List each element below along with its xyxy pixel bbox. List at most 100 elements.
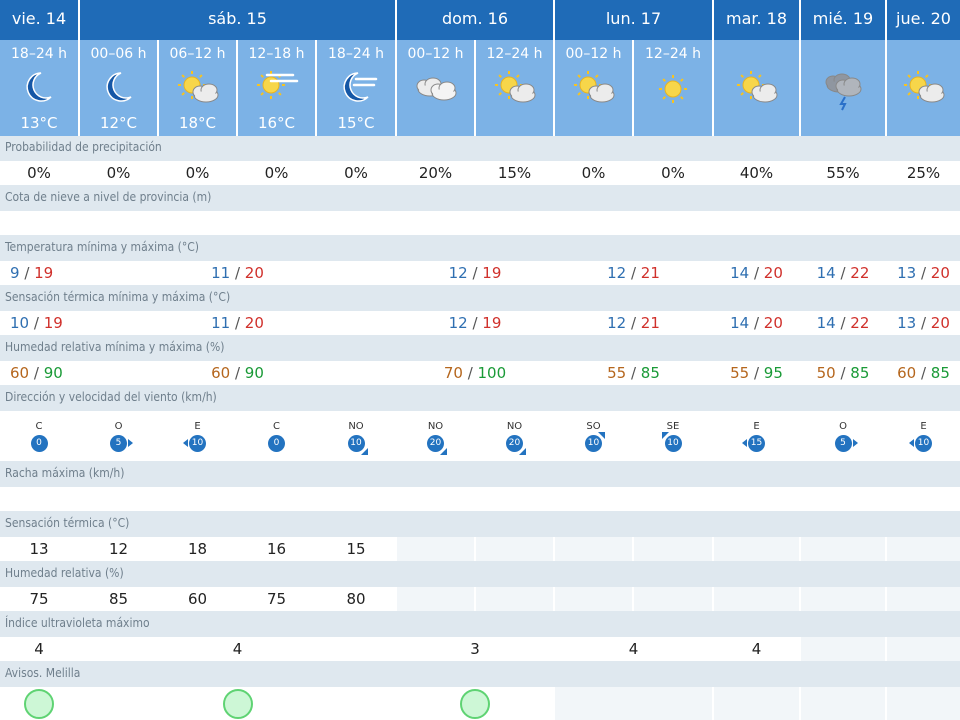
snow-value [80, 211, 157, 235]
sun-icon [634, 64, 712, 114]
snow-value [887, 211, 960, 235]
slot-time: 06–12 h [169, 46, 226, 62]
slot-temp: 16°C [257, 114, 296, 132]
wind-value: E 10 [887, 411, 960, 461]
hum_r-row: 75 85 60 75 80 [0, 587, 960, 611]
gust-cell [78, 487, 157, 511]
warning-green-icon[interactable] [24, 689, 54, 719]
slot-cell: 12–24 h [476, 40, 553, 136]
feels-cell: 10 / 19 [0, 311, 78, 335]
snow-value [159, 211, 236, 235]
hum-cell: 70 / 100 [395, 361, 553, 385]
row-label: Humedad relativa (%) [5, 566, 124, 580]
hum-pair: 60 / 90 [80, 361, 395, 385]
temp-pair: 12 / 19 [397, 261, 553, 285]
wind-cell: NO 20 [395, 411, 474, 461]
slot-cell [801, 40, 885, 136]
hum-cell: 50 / 85 [799, 361, 885, 385]
hum_r-value [887, 587, 960, 611]
wind-value: NO 20 [397, 411, 474, 461]
min-value: 60 [897, 364, 917, 382]
feels_t-cell [553, 537, 632, 561]
feels-pair: 14 / 22 [801, 311, 885, 335]
warn-cell [0, 687, 78, 720]
feels_t-cell [395, 537, 474, 561]
row-label: Humedad relativa mínima y máxima (%) [5, 340, 225, 354]
row-label: Sensación térmica (°C) [5, 516, 130, 530]
wind-cell: E 10 [157, 411, 236, 461]
feels_t-value [714, 537, 799, 561]
snow-value [476, 211, 553, 235]
max-value: 20 [244, 314, 264, 332]
row-label: Temperatura mínima y máxima (°C) [5, 240, 199, 254]
hum_r-cell [799, 587, 885, 611]
hum_r-value [634, 587, 712, 611]
feels-cell: 14 / 20 [712, 311, 799, 335]
wind-speed: 5 [115, 438, 122, 448]
wind-speed: 10 [917, 438, 930, 448]
precip-cell: 40% [712, 161, 799, 185]
hum-row: 60 / 90 60 / 90 70 / 100 55 / 85 55 / 95 50 /… [0, 361, 960, 385]
hum-cell: 60 / 85 [885, 361, 960, 385]
day-label[interactable]: lun. 17 [555, 0, 712, 40]
day-label[interactable]: mar. 18 [714, 0, 799, 40]
feels_t-cell: 15 [315, 537, 395, 561]
day-label[interactable]: vie. 14 [0, 0, 78, 40]
day-label[interactable]: mié. 19 [801, 0, 885, 40]
hum_r-value: 75 [0, 587, 78, 611]
hum-pair: 70 / 100 [397, 361, 553, 385]
feels_t-cell [474, 537, 553, 561]
gust-value [80, 487, 157, 511]
precip-cell: 0% [236, 161, 315, 185]
precip-value: 40% [714, 161, 799, 185]
feels_t-value [801, 537, 885, 561]
uv-value [887, 637, 960, 661]
wind-cell: O5 [78, 411, 157, 461]
warn-row [0, 687, 960, 720]
wind-cell: NO 10 [315, 411, 395, 461]
min-value: 55 [730, 364, 750, 382]
day-header-3: lun. 17 [553, 0, 712, 40]
precip-cell: 25% [885, 161, 960, 185]
warn-cell [885, 687, 960, 720]
hum_r-value: 85 [80, 587, 157, 611]
precip-value: 0% [238, 161, 315, 185]
gust-value [714, 487, 799, 511]
min-value: 11 [211, 314, 231, 332]
warning-green-icon[interactable] [222, 689, 253, 719]
warn-cell [799, 687, 885, 720]
precip-cell: 55% [799, 161, 885, 185]
snow-cell [395, 211, 474, 235]
warn-value [397, 687, 553, 720]
separator: / [626, 264, 641, 282]
wind-value: E 10 [159, 411, 236, 461]
label-gust: Racha máxima (km/h) [0, 462, 960, 487]
label-feels_t: Sensación térmica (°C) [0, 512, 960, 537]
day-header-row: vie. 14 sáb. 15 dom. 16 lun. 17 mar. 18 mié. … [0, 0, 960, 40]
warn-cell [553, 687, 712, 720]
wind-direction: NO [348, 420, 364, 432]
day-label[interactable]: sáb. 15 [80, 0, 395, 40]
separator: / [467, 314, 483, 332]
precip-value: 25% [887, 161, 960, 185]
day-header-2: dom. 16 [395, 0, 553, 40]
temp-cell: 14 / 22 [799, 261, 885, 285]
hum_r-cell: 75 [236, 587, 315, 611]
wind-speed: 20 [508, 438, 521, 448]
sun-cloud-icon [476, 64, 553, 114]
uv-value: 4 [555, 637, 712, 661]
day-label[interactable]: jue. 20 [887, 0, 960, 40]
uv-row: 4 4 3 4 4 [0, 637, 960, 661]
wind-speed-badge: 10 [661, 431, 682, 452]
gust-value [317, 487, 395, 511]
precip-cell: 0% [0, 161, 78, 185]
day-label[interactable]: dom. 16 [397, 0, 553, 40]
uv-index: 4 [628, 640, 639, 658]
row-label: Probabilidad de precipitación [5, 140, 162, 154]
gust-cell [236, 487, 315, 511]
snow-cell [632, 211, 712, 235]
gust-value [887, 487, 960, 511]
temp-pair: 9 / 19 [0, 261, 78, 285]
wind-arrow-icon [440, 447, 447, 455]
warning-green-icon[interactable] [460, 689, 490, 719]
